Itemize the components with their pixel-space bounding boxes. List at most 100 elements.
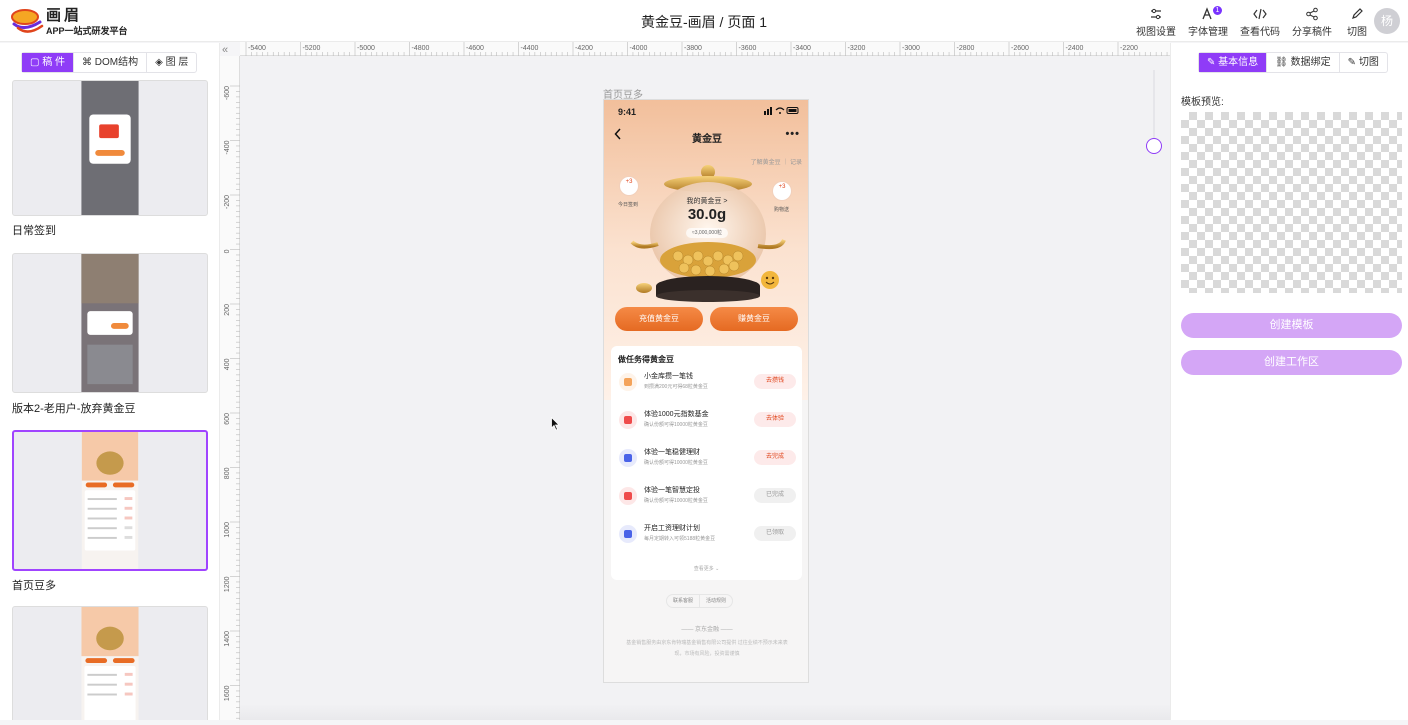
contact-link[interactable]: 联系客服 bbox=[667, 595, 701, 607]
task-desc: 确认份额可得10000粒黄金豆 bbox=[644, 422, 708, 428]
ruler-tick-label: 800 bbox=[224, 467, 231, 479]
task-desc: 到攒满200元可得68粒黄金豆 bbox=[644, 384, 708, 390]
task-desc: 确认份额可得10000粒黄金豆 bbox=[644, 498, 708, 504]
view-settings-button[interactable]: 视图设置 bbox=[1136, 7, 1176, 38]
left-tabs: ▢ 稿 件 ⌘ DOM结构 ◈ 图 层 bbox=[21, 52, 198, 73]
left-panel: ▢ 稿 件 ⌘ DOM结构 ◈ 图 层 日常签到 版本2-老用户-放弃黄金豆 首… bbox=[0, 43, 220, 720]
shopping-bubble[interactable]: +3 bbox=[772, 181, 792, 201]
tab-basic-info[interactable]: ✎ 基本信息 bbox=[1199, 53, 1268, 72]
font-badge: 1 bbox=[1213, 6, 1222, 15]
toolbar: 视图设置 1 字体管理 查看代码 分享稿件 切图 bbox=[1136, 6, 1370, 38]
ruler-tick-label: -4000 bbox=[630, 45, 648, 52]
ruler-tick-label: -3200 bbox=[848, 45, 866, 52]
task-action-button[interactable]: 去体验 bbox=[754, 412, 796, 427]
collapse-left-icon[interactable]: « bbox=[222, 44, 228, 56]
vertical-ruler: -600 -400 -200 0 200 400 600 800 1000 1200 1400 160… bbox=[220, 56, 240, 724]
page-thumb-more[interactable] bbox=[12, 606, 208, 720]
tab-data-binding[interactable]: ⛓ 数据绑定 bbox=[1267, 53, 1340, 72]
recharge-button[interactable]: 充值黄金豆 bbox=[615, 307, 703, 331]
task-row[interactable]: 开启工资理财计划每月定期转入可领5188粒黄金豆 已领取 bbox=[619, 520, 796, 552]
task-row[interactable]: 体验一笔稳健理财 确认份额可得10000粒黄金豆 去完成 bbox=[619, 444, 796, 476]
tab-slice[interactable]: ✎ 切图 bbox=[1340, 53, 1387, 72]
ruler-tick-label: -2400 bbox=[1066, 45, 1084, 52]
page-thumb-home[interactable] bbox=[12, 430, 208, 571]
font-manage-button[interactable]: 1 字体管理 bbox=[1188, 6, 1228, 38]
page-thumb-checkin[interactable] bbox=[12, 80, 208, 216]
artboard-frame[interactable]: 9:41 黄金豆 ••• 了解黄金豆 ｜ 记录 我的黄金豆 > 30.0g ≈3… bbox=[603, 99, 809, 683]
page-label-home[interactable]: 首页豆多 bbox=[12, 577, 56, 593]
ruler-tick-label: -3400 bbox=[793, 45, 811, 52]
brand: 画眉 APP一站式研发平台 bbox=[46, 8, 128, 37]
checkin-plus: +3 bbox=[625, 179, 633, 185]
action-buttons: 充值黄金豆 赚黄金豆 bbox=[615, 307, 798, 331]
ruler-tick-label: -3800 bbox=[684, 45, 702, 52]
task-action-button[interactable]: 去完成 bbox=[754, 450, 796, 465]
zoom-slider-track[interactable] bbox=[1153, 70, 1155, 140]
template-preview-label: 模板预览: bbox=[1181, 97, 1224, 108]
ruler-tick-label: -400 bbox=[224, 140, 231, 154]
share-button[interactable]: 分享稿件 bbox=[1292, 7, 1332, 38]
ruler-tick-label: -2200 bbox=[1120, 45, 1138, 52]
page-thumb-v2[interactable] bbox=[12, 253, 208, 393]
footer-disclaimer: 基金销售服务由京东肯特瑞基金销售有限公司提供 过往业绩不预示未来表现，市场有风险… bbox=[626, 640, 788, 657]
more-icon[interactable]: ••• bbox=[785, 128, 800, 140]
ruler-tick-label: -2600 bbox=[1011, 45, 1029, 52]
app-subtitle: APP一站式研发平台 bbox=[46, 26, 128, 36]
ruler-tick-label: -5200 bbox=[303, 45, 321, 52]
page-label-v2[interactable]: 版本2-老用户-放弃黄金豆 bbox=[12, 400, 135, 416]
page-label-checkin[interactable]: 日常签到 bbox=[12, 222, 56, 238]
avatar[interactable]: 杨 bbox=[1374, 8, 1400, 34]
view-code-button[interactable]: 查看代码 bbox=[1240, 7, 1280, 38]
task-desc: 每月定期转入可领5188粒黄金豆 bbox=[644, 536, 716, 542]
create-workspace-button[interactable]: 创建工作区 bbox=[1181, 350, 1402, 375]
zoom-slider-handle[interactable] bbox=[1146, 138, 1162, 154]
task-desc: 确认份额可得10000粒黄金豆 bbox=[644, 460, 708, 466]
share-label: 分享稿件 bbox=[1292, 27, 1332, 38]
ruler-tick-label: -4600 bbox=[466, 45, 484, 52]
slice-label: 切图 bbox=[1347, 27, 1367, 38]
view-code-label: 查看代码 bbox=[1240, 27, 1280, 38]
ruler-tick-label: -4400 bbox=[521, 45, 539, 52]
app-logo-icon bbox=[11, 9, 44, 33]
ruler-tick-label: 0 bbox=[224, 249, 231, 253]
tab-layers[interactable]: ◈ 图 层 bbox=[147, 53, 196, 72]
share-icon bbox=[1306, 7, 1318, 21]
task-icon bbox=[619, 487, 637, 505]
task-card-title: 做任务得黄金豆 bbox=[618, 355, 674, 364]
ruler-tick-label: -200 bbox=[224, 195, 231, 209]
app-name: 画眉 bbox=[46, 7, 83, 24]
task-row[interactable]: 体验1000元指数基金 确认份额可得10000粒黄金豆 去体验 bbox=[619, 406, 796, 438]
ruler-tick-label: -4800 bbox=[412, 45, 430, 52]
ruler-tick-label: 400 bbox=[224, 358, 231, 370]
task-action-button[interactable]: 已领取 bbox=[754, 526, 796, 541]
right-tabs: ✎ 基本信息 ⛓ 数据绑定 ✎ 切图 bbox=[1198, 52, 1388, 73]
view-settings-label: 视图设置 bbox=[1136, 27, 1176, 38]
task-action-button[interactable]: 去攒钱 bbox=[754, 374, 796, 389]
thumb-preview bbox=[81, 81, 139, 215]
earn-button[interactable]: 赚黄金豆 bbox=[710, 307, 798, 331]
rules-link[interactable]: 活动规则 bbox=[700, 595, 732, 607]
ruler-tick-label: 1000 bbox=[224, 522, 231, 538]
top-bar: 画眉 APP一站式研发平台 黄金豆-画眉 / 页面 1 视图设置 1 字体管理 … bbox=[0, 0, 1408, 42]
right-panel: ✎ 基本信息 ⛓ 数据绑定 ✎ 切图 模板预览: 创建模板 创建工作区 bbox=[1170, 43, 1408, 720]
ruler-tick-label: -600 bbox=[224, 86, 231, 100]
ruler-tick-label: 200 bbox=[224, 304, 231, 316]
canvas-bottom bbox=[240, 704, 1170, 720]
footer-brand: —— 京东金融 —— bbox=[681, 627, 733, 633]
create-template-button[interactable]: 创建模板 bbox=[1181, 313, 1402, 338]
task-name: 体验1000元指数基金 bbox=[644, 411, 709, 418]
task-row[interactable]: 体验一笔智慧定投 确认份额可得10000粒黄金豆 已完成 bbox=[619, 482, 796, 514]
task-icon bbox=[619, 525, 637, 543]
task-name: 开启工资理财计划 bbox=[644, 525, 700, 532]
sliders-icon bbox=[1151, 8, 1161, 20]
checkin-bubble[interactable]: +3 bbox=[619, 176, 639, 196]
thumb-preview bbox=[81, 432, 139, 569]
ruler-tick-label: 600 bbox=[224, 413, 231, 425]
tab-drafts[interactable]: ▢ 稿 件 bbox=[22, 53, 75, 72]
tab-dom[interactable]: ⌘ DOM结构 bbox=[74, 53, 148, 72]
task-row[interactable]: 小金库攒一笔钱 到攒满200元可得68粒黄金豆 去攒钱 bbox=[619, 368, 796, 400]
slice-button[interactable]: 切图 bbox=[1344, 7, 1370, 38]
task-icon bbox=[619, 449, 637, 467]
task-action-button[interactable]: 已完成 bbox=[754, 488, 796, 503]
see-more-link[interactable]: 查看更多 ⌄ bbox=[611, 565, 802, 572]
